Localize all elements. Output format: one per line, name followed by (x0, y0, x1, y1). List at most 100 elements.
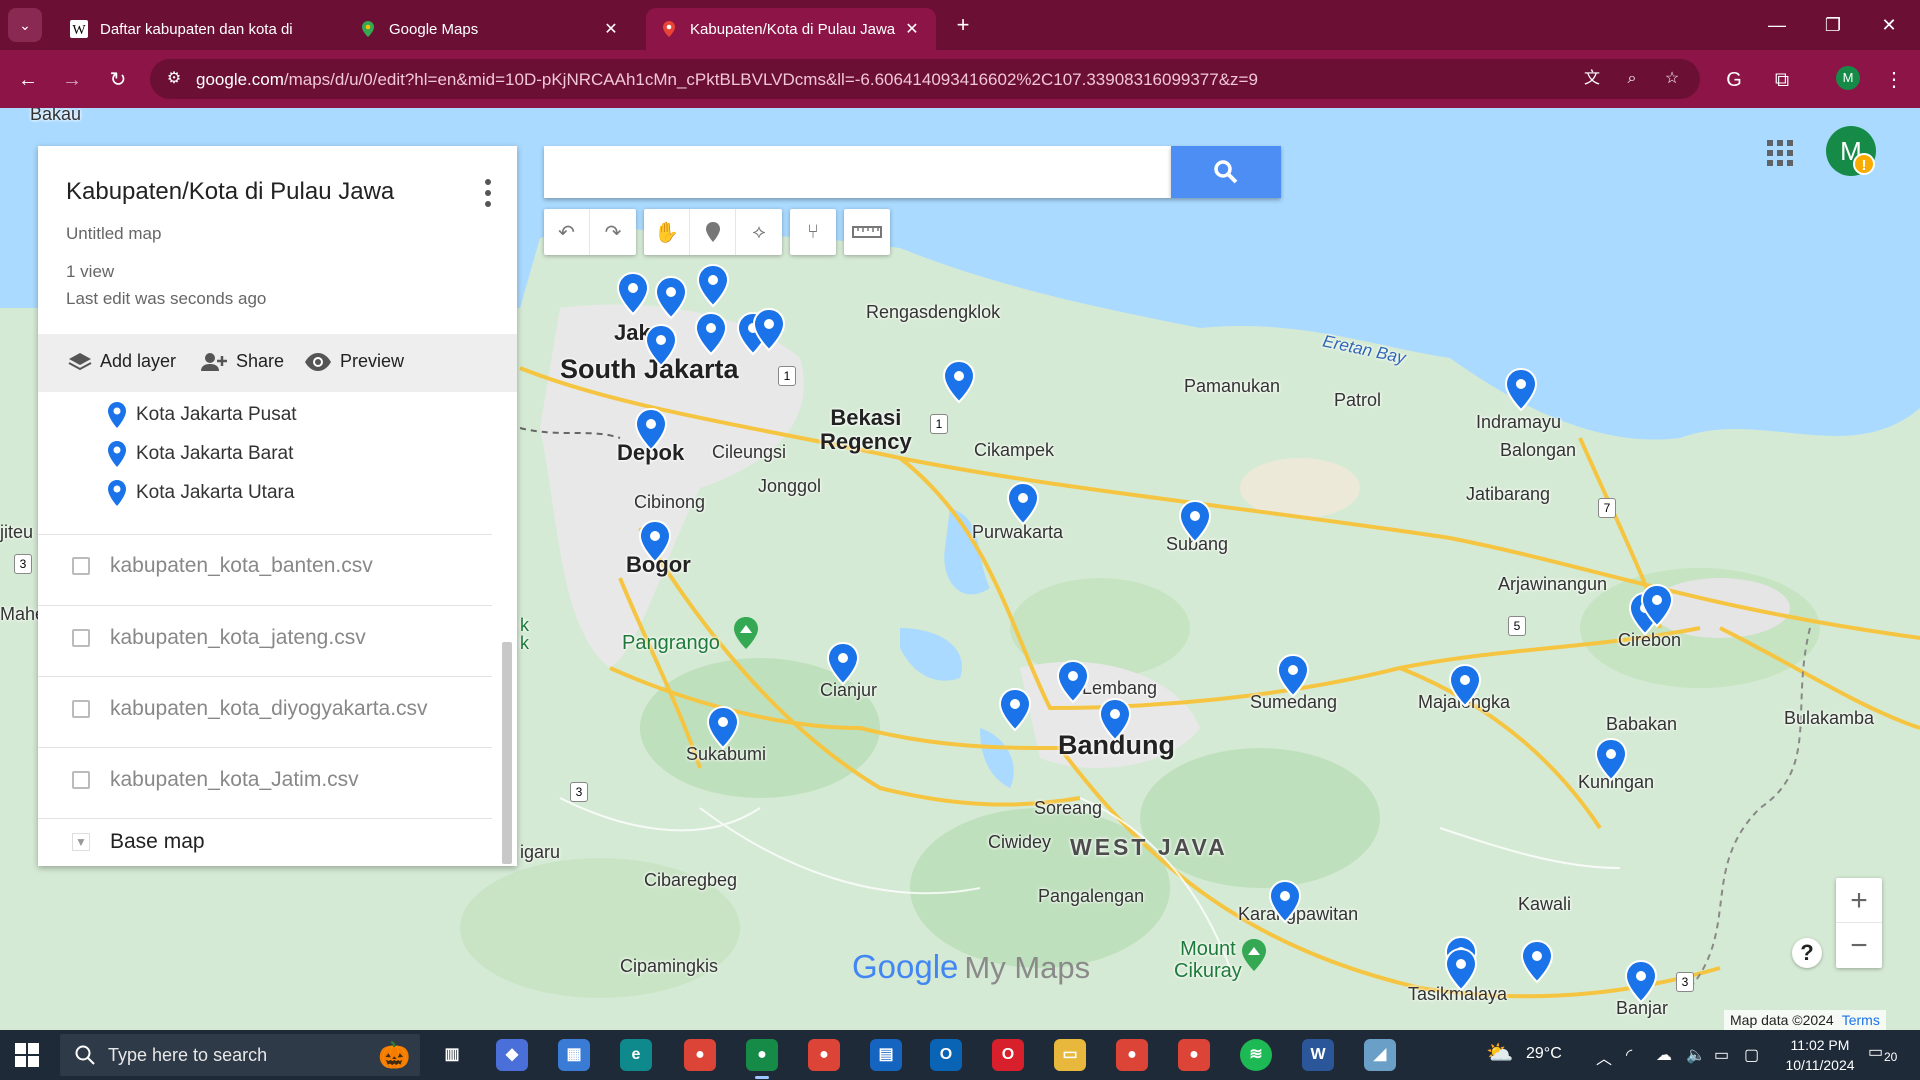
hand-pan-icon[interactable]: ✋ (644, 209, 690, 255)
address-bar[interactable]: ⚙ google.com/maps/d/u/0/edit?hl=en&mid=1… (150, 59, 1700, 99)
map-marker[interactable] (694, 312, 728, 356)
map-search-input[interactable] (544, 146, 1171, 198)
profile-avatar[interactable]: M (1836, 66, 1860, 90)
volume-icon[interactable]: 🔈 (1686, 1045, 1706, 1065)
layer-row[interactable]: kabupaten_kota_banten.csv (72, 554, 373, 578)
minimize-button[interactable]: — (1762, 12, 1792, 38)
terms-link[interactable]: Terms (1842, 1012, 1880, 1028)
place-item[interactable]: Kota Jakarta Barat (108, 441, 293, 467)
translate-icon[interactable]: 文 (1580, 67, 1604, 91)
new-tab-button[interactable]: + (950, 12, 976, 38)
map-marker[interactable] (654, 276, 688, 320)
tab-google-maps[interactable]: Google Maps ✕ (345, 8, 635, 50)
place-item[interactable]: Kota Jakarta Utara (108, 480, 294, 506)
chrome-profile-2-icon[interactable]: ● (1116, 1039, 1148, 1071)
back-icon[interactable]: ← (14, 66, 42, 94)
google-translate-extension-icon[interactable]: G (1720, 66, 1748, 94)
mountain-marker-icon[interactable] (732, 616, 760, 650)
close-tab-icon[interactable]: ✕ (902, 19, 922, 39)
windows-start-icon[interactable] (14, 1042, 40, 1068)
map-marker[interactable] (1006, 482, 1040, 526)
tab-search-button[interactable]: ⌄ (8, 8, 42, 42)
layer-row[interactable]: kabupaten_kota_jateng.csv (72, 626, 366, 650)
forward-icon[interactable]: → (58, 66, 86, 94)
word-icon[interactable]: W (1302, 1039, 1334, 1071)
map-marker[interactable] (1444, 948, 1478, 992)
map-marker[interactable] (1504, 368, 1538, 412)
zoom-in-button[interactable]: + (1836, 878, 1882, 923)
chrome-icon[interactable]: ● (684, 1039, 716, 1071)
panel-scrollbar[interactable] (502, 642, 512, 864)
restore-button[interactable]: ❐ (1818, 12, 1848, 38)
system-clock[interactable]: 11:02 PM 10/11/2024 (1780, 1035, 1860, 1075)
close-tab-icon[interactable]: ✕ (601, 19, 621, 39)
map-marker[interactable] (1640, 584, 1674, 628)
add-directions-icon[interactable]: ⑂ (790, 209, 836, 255)
edge-icon[interactable]: e (620, 1039, 652, 1071)
map-canvas[interactable]: Bakau Jakar South Jakarta Rengasdengklok… (0, 108, 1920, 1030)
map-title[interactable]: Kabupaten/Kota di Pulau Jawa (66, 178, 394, 206)
map-marker[interactable] (696, 264, 730, 308)
map-marker[interactable] (1624, 960, 1658, 1004)
weather-icon[interactable]: ⛅ (1486, 1040, 1513, 1066)
display-icon[interactable]: ▢ (1744, 1045, 1759, 1065)
map-marker[interactable] (638, 520, 672, 564)
close-window-button[interactable]: ✕ (1874, 12, 1904, 38)
notification-center-icon[interactable]: ▭ 20 (1868, 1042, 1900, 1068)
add-layer-button[interactable]: Add layer (68, 351, 176, 372)
map-marker[interactable] (706, 706, 740, 750)
task-view-icon[interactable]: ▥ (436, 1039, 468, 1071)
preview-button[interactable]: Preview (304, 351, 404, 372)
add-marker-icon[interactable] (690, 209, 736, 255)
map-marker[interactable] (1520, 940, 1554, 984)
map-marker[interactable] (1594, 738, 1628, 782)
share-button[interactable]: Share (200, 351, 284, 372)
layer-checkbox[interactable] (72, 629, 90, 647)
layer-row[interactable]: kabupaten_kota_diyogyakarta.csv (72, 697, 428, 721)
opera-icon[interactable]: O (992, 1039, 1024, 1071)
chrome-profile-b-icon[interactable]: ● (808, 1039, 840, 1071)
more-options-icon[interactable] (478, 176, 498, 210)
zoom-icon[interactable]: ⌕ (1620, 67, 1644, 91)
microsoft-store-icon[interactable]: ▦ (558, 1039, 590, 1071)
outlook-icon[interactable]: O (930, 1039, 962, 1071)
chrome-profile-m-icon[interactable]: ● (746, 1039, 778, 1079)
tab-wikipedia[interactable]: W Daftar kabupaten dan kota di Ja (56, 8, 306, 50)
browser-menu-icon[interactable]: ⋮ (1880, 66, 1908, 94)
file-explorer-icon[interactable]: ▭ (1054, 1039, 1086, 1071)
map-marker[interactable] (752, 308, 786, 352)
layer-checkbox[interactable] (72, 700, 90, 718)
draw-line-icon[interactable]: ⟡ (736, 209, 782, 255)
base-map-row[interactable]: ▼ Base map (72, 830, 205, 854)
tab-my-maps[interactable]: Kabupaten/Kota di Pulau Jawa ✕ (646, 8, 936, 50)
layer-checkbox[interactable] (72, 771, 90, 789)
map-marker[interactable] (826, 642, 860, 686)
show-hidden-icons-icon[interactable]: ︿ (1596, 1045, 1612, 1069)
chrome-profile-3-icon[interactable]: ● (1178, 1039, 1210, 1071)
map-marker[interactable] (1448, 664, 1482, 708)
copilot-icon[interactable]: ◆ (496, 1039, 528, 1071)
map-marker[interactable] (1178, 500, 1212, 544)
layer-checkbox[interactable] (72, 557, 90, 575)
measure-ruler-icon[interactable] (844, 209, 890, 255)
map-description[interactable]: Untitled map (66, 224, 161, 244)
place-item[interactable]: Kota Jakarta Pusat (108, 402, 297, 428)
chevron-down-icon[interactable]: ▼ (72, 833, 90, 851)
undo-icon[interactable]: ↶ (544, 209, 590, 255)
map-marker[interactable] (634, 408, 668, 452)
map-marker[interactable] (1098, 698, 1132, 742)
wifi-icon[interactable]: ◜ (1626, 1045, 1632, 1065)
zoom-out-button[interactable]: − (1836, 923, 1882, 968)
map-marker[interactable] (1056, 660, 1090, 704)
mountain-marker-icon[interactable] (1240, 938, 1268, 972)
map-marker[interactable] (644, 324, 678, 368)
bookmark-star-icon[interactable]: ☆ (1660, 67, 1684, 91)
weather-temperature[interactable]: 29°C (1526, 1045, 1562, 1063)
map-marker[interactable] (1268, 880, 1302, 924)
notepad-icon[interactable]: ▤ (870, 1039, 902, 1071)
help-button[interactable]: ? (1792, 938, 1822, 968)
search-button[interactable] (1171, 146, 1281, 198)
extensions-puzzle-icon[interactable]: ⧉ (1768, 66, 1796, 94)
map-marker[interactable] (616, 272, 650, 316)
site-info-icon[interactable]: ⚙ (162, 67, 186, 91)
